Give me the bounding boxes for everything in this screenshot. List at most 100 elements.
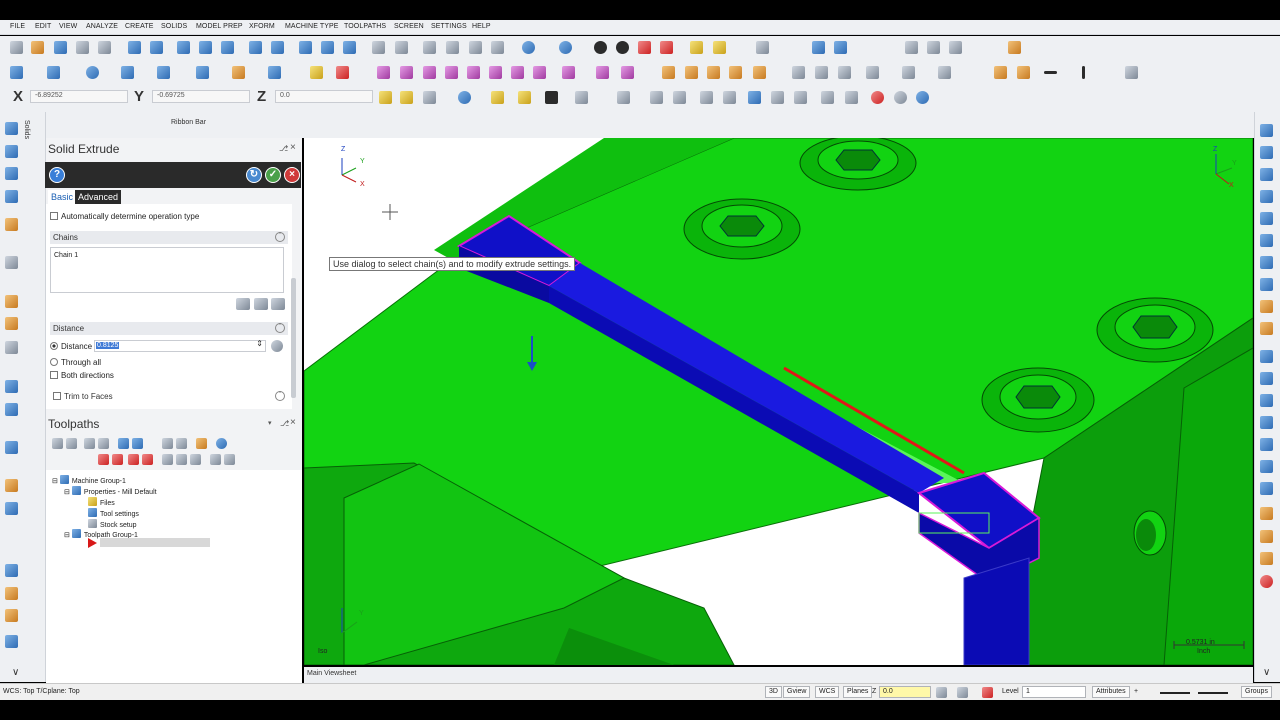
delete-icon[interactable] — [336, 66, 349, 79]
vertex-select-icon[interactable] — [771, 91, 784, 104]
tree-item-machine-group[interactable]: ⊟ Machine Group-1 — [52, 475, 126, 485]
menu-model-prep[interactable]: MODEL PREP — [196, 23, 243, 30]
face-select-icon[interactable] — [700, 91, 713, 104]
rotate-xform-icon[interactable] — [400, 66, 413, 79]
solid-icon[interactable] — [232, 66, 245, 79]
solids-tab[interactable]: Solids — [23, 120, 30, 139]
insert-arrow-icon[interactable] — [128, 454, 139, 465]
select-distance-icon[interactable] — [271, 340, 283, 352]
right-tool-11-icon[interactable] — [1260, 350, 1273, 363]
stretch-icon[interactable] — [533, 66, 546, 79]
tree-item-properties[interactable]: ⊟ Properties - Mill Default — [64, 486, 157, 496]
distance-input[interactable]: 0.8125 ⇕ — [94, 339, 266, 352]
left-tool-9-icon[interactable] — [5, 341, 18, 354]
array-icon[interactable] — [511, 66, 524, 79]
right-tool-14-icon[interactable] — [1260, 416, 1273, 429]
select-all-icon[interactable] — [491, 91, 504, 104]
move-up-icon[interactable] — [112, 454, 123, 465]
post-icon[interactable] — [176, 438, 187, 449]
right-tool-4-icon[interactable] — [1260, 190, 1273, 203]
right-tool-3-icon[interactable] — [1260, 168, 1273, 181]
menu-view[interactable]: VIEW — [59, 23, 77, 30]
through-all-row[interactable]: Through all — [50, 358, 101, 367]
left-tool-11-icon[interactable] — [5, 403, 18, 416]
right-tool-2-icon[interactable] — [1260, 146, 1273, 159]
menu-help[interactable]: HELP — [472, 23, 491, 30]
copy-icon[interactable] — [621, 66, 634, 79]
chain-add-icon[interactable] — [254, 298, 268, 310]
left-tool-17-icon[interactable] — [5, 609, 18, 622]
graphics-viewport[interactable]: Z Y X Z Y X Y Iso 0.5731 in Inch — [304, 138, 1253, 665]
left-tool-13-icon[interactable] — [5, 479, 18, 492]
line-icon[interactable] — [47, 66, 60, 79]
menu-file[interactable]: FILE — [10, 23, 25, 30]
solid-color-icon[interactable] — [957, 687, 968, 698]
chain-reverse-icon[interactable] — [236, 298, 250, 310]
auto-op-checkbox[interactable] — [50, 212, 58, 220]
roll-icon[interactable] — [562, 66, 575, 79]
help-icon[interactable] — [834, 41, 847, 54]
select-all-ops-icon[interactable] — [52, 438, 63, 449]
toggle-post-icon[interactable] — [190, 454, 201, 465]
menu-solids[interactable]: SOLIDS — [161, 23, 187, 30]
fit-icon[interactable] — [128, 41, 141, 54]
distance-row[interactable]: Distance — [50, 342, 92, 351]
layers-icon[interactable] — [866, 66, 879, 79]
translate-icon[interactable] — [377, 66, 390, 79]
left-tool-6-icon[interactable] — [5, 256, 18, 269]
left-tool-18-icon[interactable] — [5, 635, 18, 648]
level-field[interactable]: 1 — [1022, 686, 1086, 698]
insert-arrow-marker-icon[interactable] — [88, 538, 97, 548]
distance-header[interactable]: Distance ˆ — [50, 322, 288, 335]
body-select-icon[interactable] — [748, 91, 761, 104]
right-tool-17-icon[interactable] — [1260, 482, 1273, 495]
stock-shape-icon[interactable] — [729, 66, 742, 79]
left-tool-7-icon[interactable] — [5, 295, 18, 308]
x-coord-field[interactable]: -6.89252 — [30, 90, 128, 103]
info-icon[interactable] — [916, 91, 929, 104]
right-tool-18-icon[interactable] — [1260, 507, 1273, 520]
help-button[interactable]: ? — [49, 167, 65, 183]
close-toolpaths-icon[interactable]: × — [290, 417, 296, 428]
tab-main-viewsheet[interactable]: Main Viewsheet — [307, 670, 356, 677]
globe-icon[interactable] — [522, 41, 535, 54]
cancel-button[interactable]: × — [284, 167, 300, 183]
spline-icon[interactable] — [196, 66, 209, 79]
collapse-chevron-icon[interactable]: ˆ — [275, 232, 285, 242]
zoom-target-icon[interactable] — [177, 41, 190, 54]
horizontal-dim-icon[interactable] — [1044, 71, 1057, 74]
right-tool-1-icon[interactable] — [1260, 124, 1273, 137]
dropdown-icon[interactable]: ▾ — [268, 419, 272, 427]
print-icon[interactable] — [76, 41, 89, 54]
right-tool-9-icon[interactable] — [1260, 300, 1273, 313]
point-style-icon[interactable]: + — [1134, 688, 1138, 695]
right-tool-13-icon[interactable] — [1260, 394, 1273, 407]
undo-icon[interactable] — [372, 41, 385, 54]
ok-button[interactable]: ✓ — [265, 167, 281, 183]
zoom-icon[interactable] — [199, 41, 212, 54]
move-down-icon[interactable] — [98, 454, 109, 465]
select-failed-icon[interactable] — [66, 438, 77, 449]
right-tool-7-icon[interactable] — [1260, 256, 1273, 269]
menu-toolpaths[interactable]: TOOLPATHS — [344, 23, 386, 30]
trim-to-faces-checkbox[interactable] — [53, 392, 61, 400]
surface-color-icon[interactable] — [982, 687, 993, 698]
clear-colors-icon[interactable] — [756, 41, 769, 54]
menu-edit[interactable]: EDIT — [35, 23, 51, 30]
planes-button[interactable]: Planes — [843, 686, 873, 698]
apply-button[interactable]: ↻ — [246, 167, 262, 183]
both-directions-row[interactable]: Both directions — [50, 371, 114, 380]
window-select-icon[interactable] — [617, 91, 630, 104]
menu-create[interactable]: CREATE — [125, 23, 153, 30]
chain-list-item[interactable]: Chain 1 — [54, 252, 78, 259]
expand-chevron-icon[interactable]: ˇ — [275, 391, 285, 401]
mesh-icon[interactable] — [838, 66, 851, 79]
pin-icon[interactable]: ⎇ — [280, 419, 289, 428]
ok-icon[interactable] — [894, 91, 907, 104]
offset-icon[interactable] — [467, 66, 480, 79]
right-tool-12-icon[interactable] — [1260, 372, 1273, 385]
top-view-icon[interactable] — [423, 41, 436, 54]
3d-button[interactable]: 3D — [765, 686, 782, 698]
pin-icon[interactable]: ⎇ — [279, 144, 288, 153]
auto-op-row[interactable]: Automatically determine operation type — [50, 212, 199, 221]
